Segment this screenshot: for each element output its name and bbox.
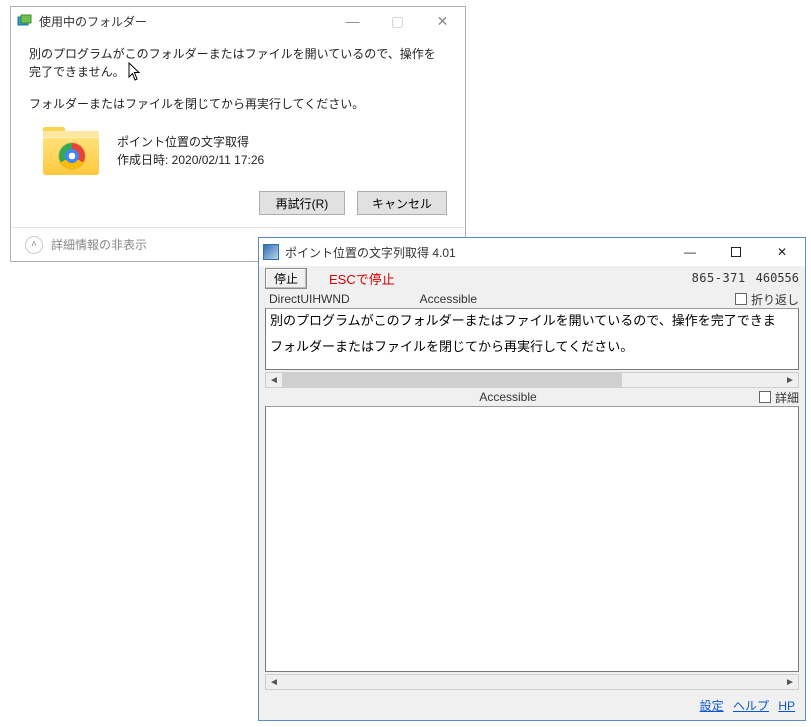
dialog-item-row: ポイント位置の文字取得 作成日時: 2020/02/11 17:26 [29, 127, 447, 175]
class-label: DirectUIHWND [269, 292, 350, 306]
captured-line-1: 別のプログラムがこのフォルダーまたはファイルを開いているので、操作を完了できま [270, 311, 794, 331]
footer-label: 詳細情報の非表示 [51, 236, 147, 253]
scroll-left-icon[interactable]: ◄ [266, 373, 282, 387]
scroll-left-icon[interactable]: ◄ [266, 675, 282, 689]
pane1-horizontal-scrollbar[interactable]: ◄ ► [265, 372, 799, 388]
cancel-button[interactable]: キャンセル [357, 191, 447, 215]
tool-close-button[interactable]: ✕ [759, 238, 805, 266]
text-capture-window: ポイント位置の文字列取得 4.01 — ✕ 停止 ESCで停止 865-371 … [258, 237, 806, 721]
captured-text-pane-1[interactable]: 別のプログラムがこのフォルダーまたはファイルを開いているので、操作を完了できま … [265, 308, 799, 370]
close-button[interactable]: ✕ [420, 7, 465, 35]
item-created: 作成日時: 2020/02/11 17:26 [117, 151, 264, 169]
pane2-header: Accessible 詳細 [259, 388, 805, 406]
retry-button[interactable]: 再試行(R) [259, 191, 345, 215]
captured-line-2: フォルダーまたはファイルを閉じてから再実行してください。 [270, 337, 794, 357]
dialog-titlebar[interactable]: 使用中のフォルダー — ▢ ✕ [11, 7, 465, 35]
captured-text-pane-2[interactable] [265, 406, 799, 672]
tool-titlebar[interactable]: ポイント位置の文字列取得 4.01 — ✕ [259, 238, 805, 266]
detail-checkbox[interactable]: 詳細 [759, 389, 799, 406]
dialog-title: 使用中のフォルダー [39, 13, 147, 30]
wrap-label: 折り返し [751, 291, 799, 308]
checkbox-icon [759, 391, 771, 403]
pane2-horizontal-scrollbar[interactable]: ◄ ► [265, 674, 799, 690]
folder-in-use-dialog: 使用中のフォルダー — ▢ ✕ 別のプログラムがこのフォルダーまたはファイルを開… [10, 6, 466, 262]
tool-minimize-button[interactable]: — [667, 238, 713, 266]
checkbox-icon [735, 293, 747, 305]
scroll-thumb[interactable] [282, 373, 622, 387]
dialog-body: 別のプログラムがこのフォルダーまたはファイルを開いているので、操作を完了できませ… [11, 35, 465, 175]
accessible-label-1: Accessible [420, 292, 477, 306]
app-icon [263, 244, 279, 260]
folder-copy-icon [17, 13, 33, 29]
hp-link[interactable]: HP [778, 699, 795, 713]
minimize-button[interactable]: — [330, 7, 375, 35]
scroll-right-icon[interactable]: ► [782, 675, 798, 689]
tool-title: ポイント位置の文字列取得 4.01 [285, 244, 456, 261]
dialog-message-1: 別のプログラムがこのフォルダーまたはファイルを開いているので、操作を完了できませ… [29, 45, 447, 81]
detail-label: 詳細 [775, 389, 799, 406]
footer-links: 設定 ヘルプ HP [694, 697, 795, 714]
pane1-header: DirectUIHWND Accessible 折り返し [259, 290, 805, 308]
item-name: ポイント位置の文字取得 [117, 133, 264, 151]
dialog-message-2: フォルダーまたはファイルを閉じてから再実行してください。 [29, 95, 447, 113]
maximize-button-disabled: ▢ [375, 7, 420, 35]
wrap-checkbox[interactable]: 折り返し [735, 291, 799, 308]
coords-readout: 865-371 [692, 271, 746, 285]
scroll-right-icon[interactable]: ► [782, 373, 798, 387]
esc-stop-label: ESCで停止 [329, 269, 395, 288]
tool-toolbar: 停止 ESCで停止 865-371 460556 [259, 266, 805, 290]
tool-maximize-button[interactable] [713, 238, 759, 266]
help-link[interactable]: ヘルプ [733, 699, 769, 713]
stop-button[interactable]: 停止 [265, 268, 307, 289]
settings-link[interactable]: 設定 [700, 699, 724, 713]
hex-readout: 460556 [756, 271, 799, 285]
folder-chrome-icon [43, 127, 99, 175]
chevron-up-icon: ˄ [25, 236, 43, 254]
accessible-label-2: Accessible [265, 390, 751, 404]
